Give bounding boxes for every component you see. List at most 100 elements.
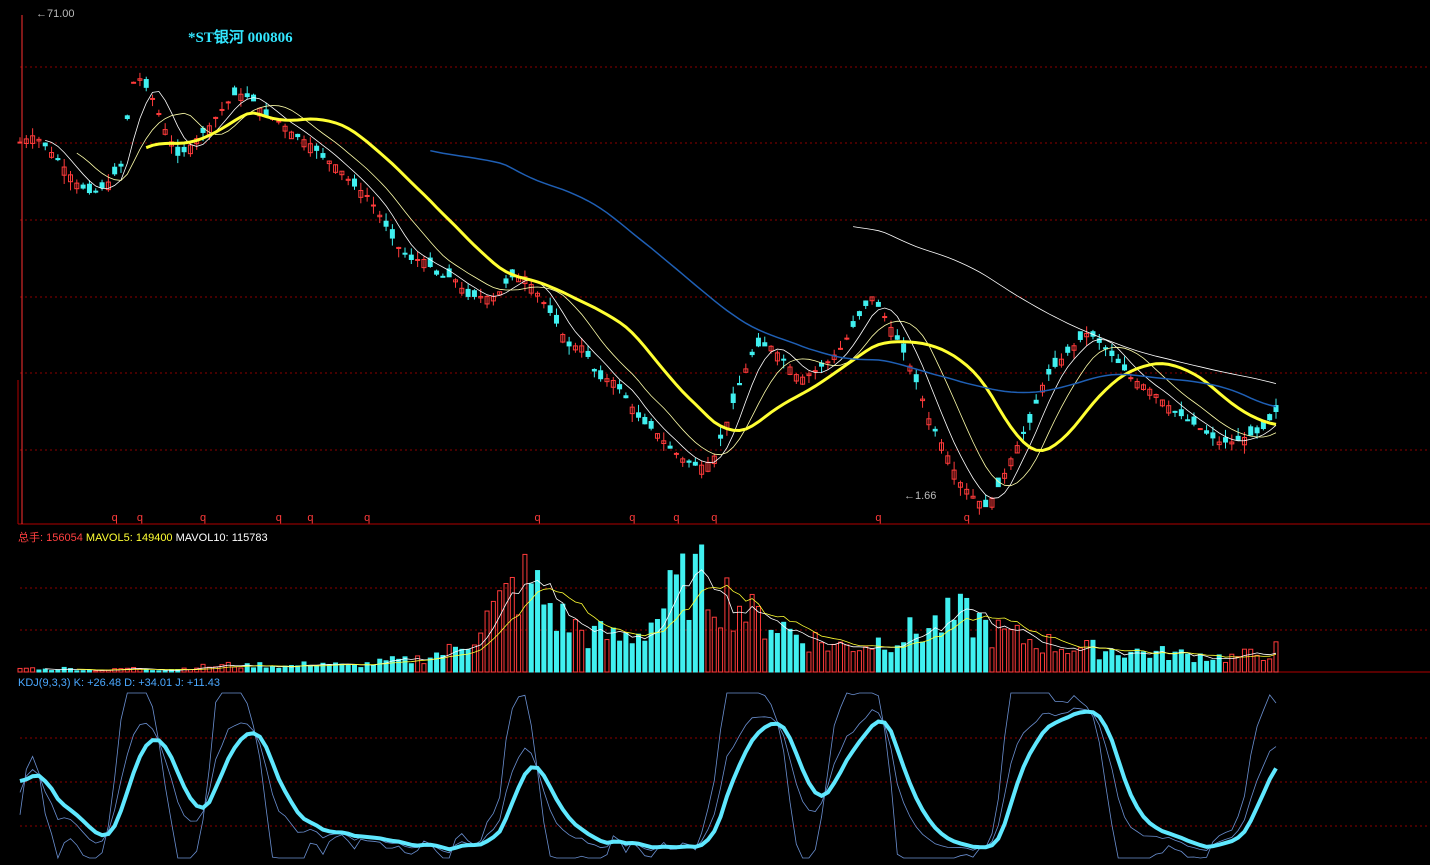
volume-bar — [503, 583, 509, 673]
candle-body — [143, 79, 149, 88]
kdj-j-line — [19, 692, 1277, 860]
candle-body — [598, 370, 604, 380]
volume-bar — [434, 652, 440, 673]
candle-body — [42, 142, 48, 147]
signal-marker-q: q — [200, 512, 206, 524]
volume-bar — [1046, 634, 1052, 673]
volume-bar — [1065, 653, 1071, 673]
total-volume-label: 总手: — [18, 532, 44, 544]
volume-bar — [711, 616, 717, 673]
candle-body — [1172, 410, 1178, 413]
volume-bar — [825, 650, 831, 673]
volume-bar — [269, 666, 275, 673]
volume-bar — [661, 608, 667, 673]
volume-bar — [282, 665, 288, 673]
candle-body — [503, 278, 509, 284]
candle-body — [118, 163, 124, 167]
volume-bar — [370, 664, 376, 673]
grid-lines — [18, 66, 1430, 827]
candle-body — [364, 194, 370, 197]
volume-bar — [446, 643, 452, 673]
volume-bar — [617, 640, 623, 673]
candle-body — [320, 153, 326, 158]
candle-body — [1204, 430, 1210, 434]
volume-bar — [1002, 628, 1008, 673]
candle-body — [86, 183, 92, 194]
kdj-d-line — [19, 709, 1278, 852]
volume-bar — [232, 666, 238, 673]
volume-bar — [1248, 648, 1254, 673]
candle-body — [591, 368, 597, 372]
candle-body — [175, 146, 181, 156]
volume-bar — [894, 645, 900, 673]
volume-bar — [800, 643, 806, 673]
candle-body — [983, 499, 989, 508]
candle-body — [894, 335, 900, 340]
volume-bar — [926, 628, 932, 673]
candle-body — [1077, 331, 1083, 340]
volume-bar — [686, 619, 692, 673]
candle-body — [1027, 414, 1033, 423]
volume-bar — [459, 648, 465, 673]
mavol5-value: 149400 — [135, 532, 173, 544]
candle-body — [856, 311, 862, 317]
volume-bar — [920, 641, 926, 673]
candle-body — [541, 302, 547, 305]
volume-bar — [1147, 657, 1153, 673]
volume-bar — [345, 664, 351, 673]
candle-body — [1178, 409, 1184, 417]
candle-body — [1021, 431, 1027, 434]
candle-body — [642, 416, 648, 425]
volume-bar — [490, 600, 496, 673]
volume-bar — [673, 574, 679, 673]
volume-bar — [1071, 650, 1077, 673]
volume-bar — [509, 576, 515, 673]
kdj-header: KDJ(9,3,3) K: +26.48 D: +34.01 J: +11.43 — [18, 677, 220, 689]
volume-bar — [257, 662, 263, 673]
volume-bar — [1204, 660, 1210, 673]
candle-body — [718, 434, 724, 439]
volume-bar — [730, 630, 736, 673]
candle-body — [295, 133, 301, 138]
volume-bar — [314, 665, 320, 673]
volume-bar — [1027, 639, 1033, 673]
candle-body — [844, 337, 850, 340]
volume-bar — [591, 625, 597, 673]
volume-bar — [863, 646, 869, 673]
volume-bar — [49, 670, 55, 673]
volume-bar — [484, 610, 490, 673]
volume-bar — [1172, 651, 1178, 673]
volume-bar — [23, 667, 29, 673]
volume-bar — [364, 662, 370, 673]
volume-bar — [983, 619, 989, 673]
volume-bar — [1273, 641, 1279, 673]
candle-body — [667, 445, 673, 449]
volume-bar — [553, 630, 559, 673]
candle-body — [1115, 358, 1121, 364]
kdj-k-line — [19, 707, 1277, 854]
candle-body — [1235, 435, 1241, 441]
candle-body — [181, 146, 187, 153]
volume-bar — [42, 668, 48, 673]
candle-body — [863, 300, 869, 306]
candle-body — [17, 141, 23, 144]
candle-body — [415, 258, 421, 261]
volume-bar — [648, 622, 654, 673]
candle-body — [408, 254, 414, 260]
volume-bar — [541, 604, 547, 673]
signal-marker-q: q — [964, 512, 970, 524]
candle-body — [692, 461, 698, 466]
volume-bar — [1033, 648, 1039, 673]
chart-canvas[interactable]: qqqqqqqqqqqq — [0, 0, 1430, 860]
candle-body — [838, 347, 844, 350]
candle-body — [553, 314, 559, 324]
mavol10-value: 115783 — [231, 532, 268, 544]
candle-body — [901, 343, 907, 353]
candle-body — [1254, 427, 1260, 434]
volume-bar — [945, 597, 951, 673]
volume-bar — [276, 667, 282, 673]
candle-body — [1128, 377, 1134, 380]
volume-bar — [819, 642, 825, 673]
volume-bars — [17, 544, 1279, 673]
volume-bar — [806, 651, 812, 673]
